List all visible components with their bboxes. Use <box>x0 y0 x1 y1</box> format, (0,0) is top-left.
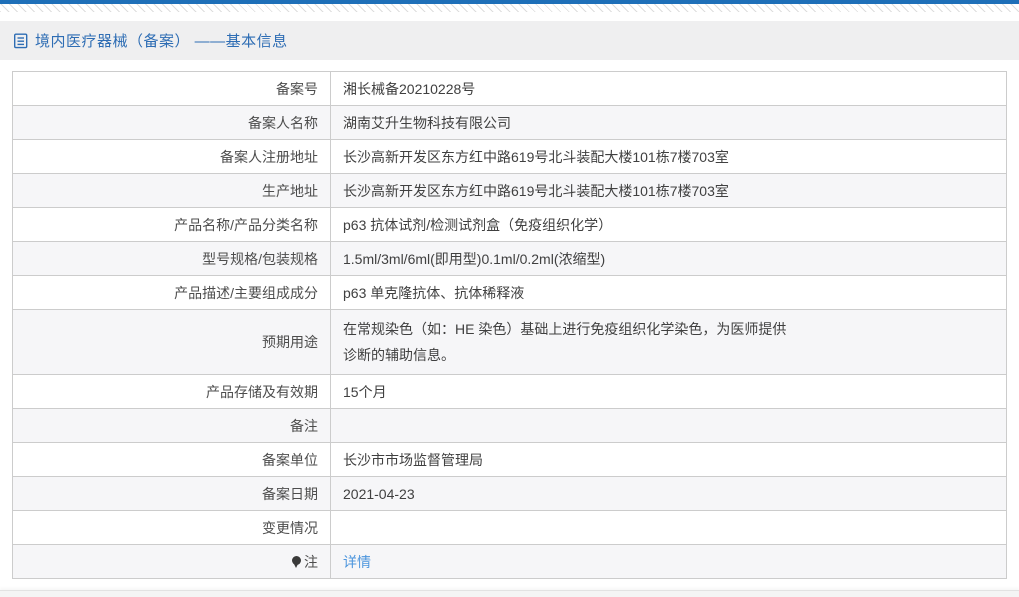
row-label: 产品存储及有效期 <box>206 383 318 400</box>
row-label: 备案日期 <box>262 485 318 502</box>
table-row: 产品描述/主要组成成分 p63 单克隆抗体、抗体稀释液 <box>12 275 1007 310</box>
page-title: 境内医疗器械（备案） ——基本信息 <box>35 33 288 50</box>
row-value: 湘长械备20210228号 <box>343 80 476 97</box>
row-label: 型号规格/包装规格 <box>202 250 318 267</box>
row-label-cell: 产品描述/主要组成成分 <box>12 275 331 310</box>
row-label-cell: 备注 <box>12 408 331 443</box>
row-label: 备案人注册地址 <box>220 148 318 165</box>
row-value-cell: 详情 <box>330 544 1007 579</box>
row-label: 产品描述/主要组成成分 <box>174 284 318 301</box>
table-row: 注 详情 <box>12 544 1007 579</box>
table-row: 备案号 湘长械备20210228号 <box>12 71 1007 106</box>
row-label-cell: 备案号 <box>12 71 331 106</box>
table-row: 产品名称/产品分类名称 p63 抗体试剂/检测试剂盒（免疫组织化学） <box>12 207 1007 242</box>
row-value: 15个月 <box>343 383 387 400</box>
row-value-cell: 长沙高新开发区东方红中路619号北斗装配大楼101栋7楼703室 <box>330 139 1007 174</box>
row-label: 注 <box>304 553 318 570</box>
row-value-cell: 湘长械备20210228号 <box>330 71 1007 106</box>
page-header: 境内医疗器械（备案） ——基本信息 <box>0 21 1019 60</box>
row-value: 长沙高新开发区东方红中路619号北斗装配大楼101栋7楼703室 <box>343 148 729 165</box>
row-value: p63 单克隆抗体、抗体稀释液 <box>343 284 525 301</box>
row-label-cell: 备案日期 <box>12 476 331 511</box>
row-label-cell: 生产地址 <box>12 173 331 208</box>
row-label-cell: 产品存储及有效期 <box>12 374 331 409</box>
table-row: 预期用途 在常规染色（如：HE 染色）基础上进行免疫组织化学染色，为医师提供诊断的… <box>12 309 1007 375</box>
stripe-pattern-band <box>0 4 1019 12</box>
row-value-cell: p63 单克隆抗体、抗体稀释液 <box>330 275 1007 310</box>
row-value: 湖南艾升生物科技有限公司 <box>343 114 511 131</box>
row-label: 备案单位 <box>262 451 318 468</box>
row-value-cell <box>330 510 1007 545</box>
table-row: 备案日期 2021-04-23 <box>12 476 1007 511</box>
table-row: 备案单位 长沙市市场监督管理局 <box>12 442 1007 477</box>
registration-info-table: 备案号 湘长械备20210228号备案人名称 湖南艾升生物科技有限公司备案人注册地址… <box>12 71 1007 579</box>
row-label: 预期用途 <box>262 334 318 350</box>
row-value: 长沙高新开发区东方红中路619号北斗装配大楼101栋7楼703室 <box>343 182 729 199</box>
spacer <box>0 60 1019 71</box>
row-label-cell: 备案人名称 <box>12 105 331 140</box>
row-label: 产品名称/产品分类名称 <box>174 216 318 233</box>
table-row: 生产地址 长沙高新开发区东方红中路619号北斗装配大楼101栋7楼703室 <box>12 173 1007 208</box>
row-value: p63 抗体试剂/检测试剂盒（免疫组织化学） <box>343 216 613 233</box>
table-row: 产品存储及有效期 15个月 <box>12 374 1007 409</box>
detail-link[interactable]: 详情 <box>343 554 371 570</box>
row-label: 备案人名称 <box>248 114 318 131</box>
row-label: 变更情况 <box>262 519 318 536</box>
table-row: 备案人名称 湖南艾升生物科技有限公司 <box>12 105 1007 140</box>
row-label-cell: 注 <box>12 544 331 579</box>
row-value-cell: 2021-04-23 <box>330 476 1007 511</box>
row-value-cell: 1.5ml/3ml/6ml(即用型)0.1ml/0.2ml(浓缩型) <box>330 241 1007 276</box>
row-label-cell: 备案单位 <box>12 442 331 477</box>
row-value-cell: 湖南艾升生物科技有限公司 <box>330 105 1007 140</box>
row-value-cell: 15个月 <box>330 374 1007 409</box>
document-icon <box>13 33 29 49</box>
spacer <box>0 12 1019 21</box>
row-label: 备注 <box>290 417 318 434</box>
row-value: 在常规染色（如：HE 染色）基础上进行免疫组织化学染色，为医师提供诊断的辅助信息… <box>343 321 787 363</box>
row-value: 1.5ml/3ml/6ml(即用型)0.1ml/0.2ml(浓缩型) <box>343 250 606 267</box>
row-value: 长沙市市场监督管理局 <box>343 451 483 468</box>
row-value-cell: 在常规染色（如：HE 染色）基础上进行免疫组织化学染色，为医师提供诊断的辅助信息… <box>330 309 1007 375</box>
row-label: 生产地址 <box>262 182 318 199</box>
footer-strip <box>0 590 1019 597</box>
row-label-cell: 型号规格/包装规格 <box>12 241 331 276</box>
row-label-cell: 变更情况 <box>12 510 331 545</box>
row-label: 备案号 <box>276 80 318 97</box>
row-value: 2021-04-23 <box>343 485 415 502</box>
table-row: 变更情况 <box>12 510 1007 545</box>
row-label-cell: 产品名称/产品分类名称 <box>12 207 331 242</box>
row-label-cell: 预期用途 <box>12 309 331 375</box>
row-value-cell: 长沙高新开发区东方红中路619号北斗装配大楼101栋7楼703室 <box>330 173 1007 208</box>
row-value-cell: p63 抗体试剂/检测试剂盒（免疫组织化学） <box>330 207 1007 242</box>
row-value-cell <box>330 408 1007 443</box>
table-row: 型号规格/包装规格 1.5ml/3ml/6ml(即用型)0.1ml/0.2ml(浓… <box>12 241 1007 276</box>
table-row: 备案人注册地址 长沙高新开发区东方红中路619号北斗装配大楼101栋7楼703室 <box>12 139 1007 174</box>
table-row: 备注 <box>12 408 1007 443</box>
note-pin-icon <box>292 555 301 568</box>
page: 境内医疗器械（备案） ——基本信息 备案号 湘长械备20210228号备案人名称 湖… <box>0 0 1019 597</box>
row-value-cell: 长沙市市场监督管理局 <box>330 442 1007 477</box>
row-label-cell: 备案人注册地址 <box>12 139 331 174</box>
